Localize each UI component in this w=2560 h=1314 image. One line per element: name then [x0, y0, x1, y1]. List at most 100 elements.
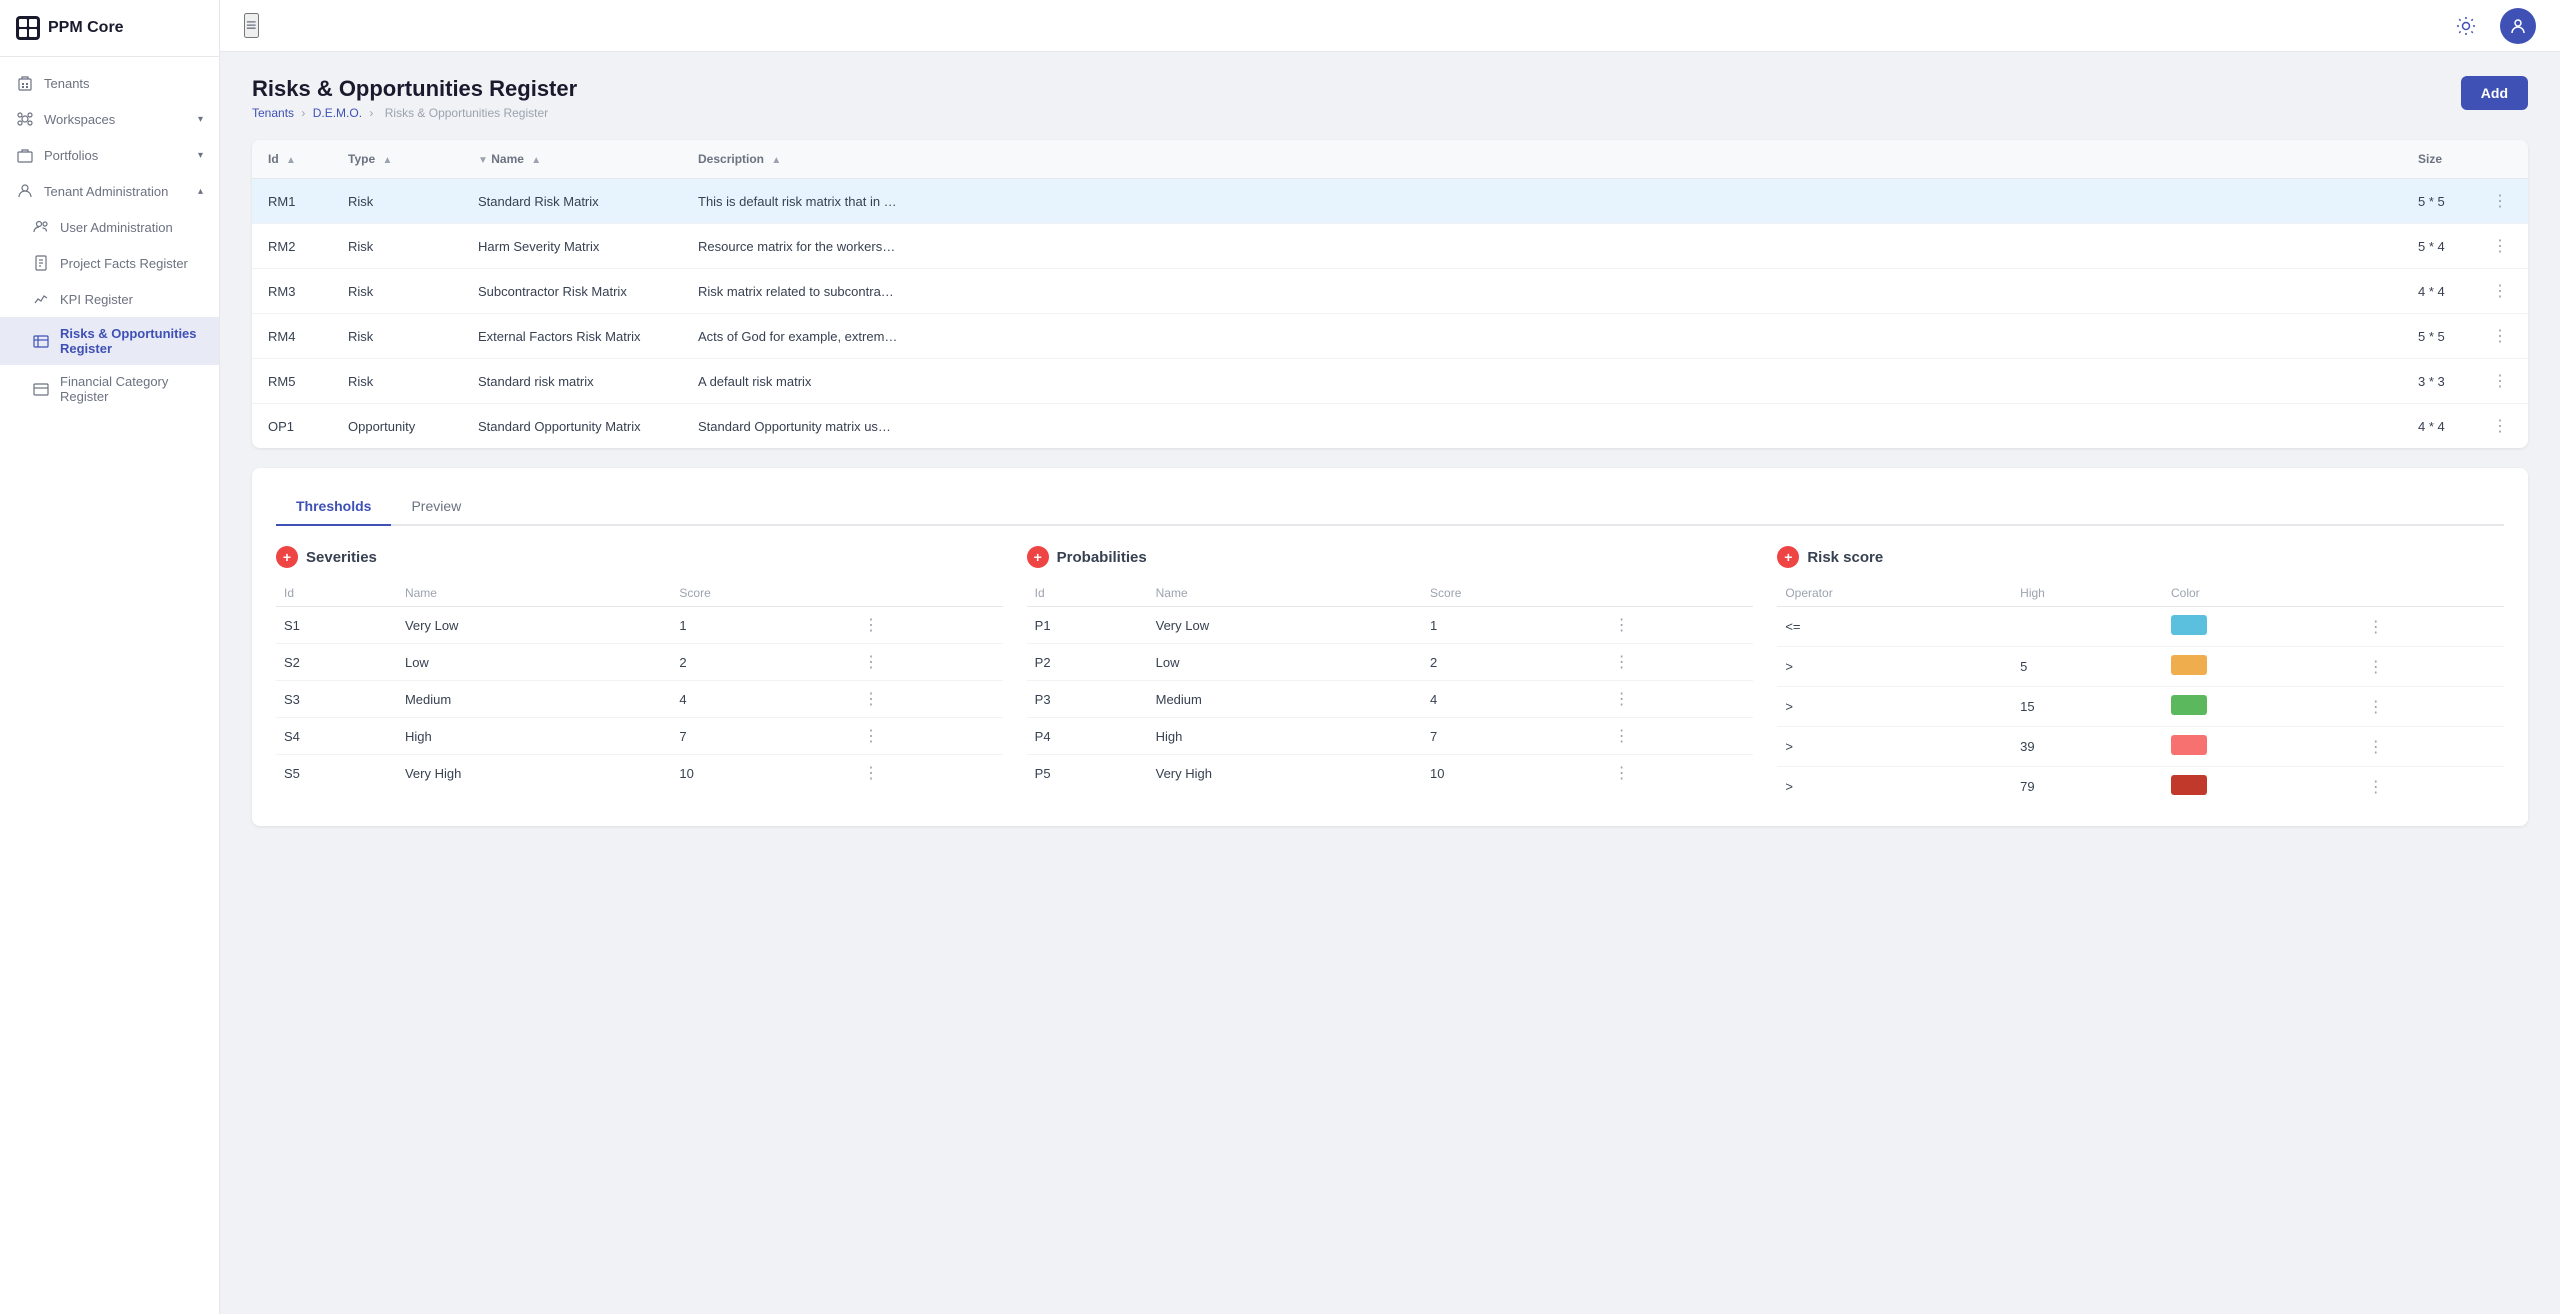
settings-button[interactable]	[2448, 8, 2484, 44]
sidebar-item-tenants[interactable]: Tenants	[0, 65, 219, 101]
sev-menu-button[interactable]: ⋮	[859, 687, 883, 712]
prob-menu-button[interactable]: ⋮	[1610, 613, 1634, 638]
prob-score: 7	[1422, 718, 1602, 755]
risk-score-header: + Risk score	[1777, 546, 2504, 568]
rs-menu-button[interactable]: ⋮	[2364, 735, 2388, 760]
row-menu-button[interactable]: ⋮	[2488, 324, 2512, 349]
prob-id: P1	[1027, 607, 1148, 644]
prob-menu-button[interactable]: ⋮	[1610, 724, 1634, 749]
thresholds-card: Thresholds Preview + Severities	[252, 468, 2528, 826]
color-swatch	[2171, 695, 2207, 715]
prob-score: 4	[1422, 681, 1602, 718]
sidebar-item-tenant-admin[interactable]: Tenant Administration ▴	[0, 173, 219, 209]
riskscore-row: > 79 ⋮	[1777, 767, 2504, 807]
sidebar-item-financial[interactable]: Financial Category Register	[0, 365, 219, 413]
table-row[interactable]: RM4 Risk External Factors Risk Matrix Ac…	[252, 314, 2528, 359]
rs-menu-button[interactable]: ⋮	[2364, 775, 2388, 800]
prob-id: P5	[1027, 755, 1148, 792]
breadcrumb: Tenants › D.E.M.O. › Risks & Opportuniti…	[252, 106, 577, 120]
user-avatar[interactable]	[2500, 8, 2536, 44]
sev-score: 10	[671, 755, 851, 792]
row-menu-button[interactable]: ⋮	[2488, 279, 2512, 304]
probabilities-title: Probabilities	[1057, 549, 1147, 566]
row-menu-button[interactable]: ⋮	[2488, 369, 2512, 394]
sev-menu-button[interactable]: ⋮	[859, 613, 883, 638]
col-header-name: ▼ Name ▲	[462, 140, 682, 179]
main-content: Risks & Opportunities Register Tenants ›…	[220, 52, 2560, 1314]
rs-menu-button[interactable]: ⋮	[2364, 695, 2388, 720]
sev-menu-button[interactable]: ⋮	[859, 724, 883, 749]
prob-col-action	[1602, 580, 1754, 607]
table-header: Id ▲ Type ▲ ▼ Name ▲ Description ▲ Size	[252, 140, 2528, 179]
table-row[interactable]: RM2 Risk Harm Severity Matrix Resource m…	[252, 224, 2528, 269]
filter-icon-name: ▼	[478, 155, 488, 166]
rs-menu-button[interactable]: ⋮	[2364, 615, 2388, 640]
sev-action: ⋮	[851, 681, 1003, 718]
table-row[interactable]: RM5 Risk Standard risk matrix A default …	[252, 359, 2528, 404]
severities-add-button[interactable]: +	[276, 546, 298, 568]
sev-menu-button[interactable]: ⋮	[859, 761, 883, 786]
tab-thresholds[interactable]: Thresholds	[276, 488, 391, 526]
sidebar-item-project-facts[interactable]: Project Facts Register	[0, 245, 219, 281]
cell-id: OP1	[252, 404, 332, 449]
tab-preview[interactable]: Preview	[391, 488, 481, 526]
sev-score: 1	[671, 607, 851, 644]
prob-name: Low	[1148, 644, 1422, 681]
cell-size: 3 * 3	[2402, 359, 2472, 404]
sev-id: S4	[276, 718, 397, 755]
severity-row: S4 High 7 ⋮	[276, 718, 1003, 755]
cell-action: ⋮	[2472, 404, 2528, 449]
breadcrumb-sep2: ›	[369, 106, 373, 120]
rs-operator: >	[1777, 727, 2012, 767]
color-swatch	[2171, 735, 2207, 755]
add-button[interactable]: Add	[2461, 76, 2528, 110]
table-row[interactable]: OP1 Opportunity Standard Opportunity Mat…	[252, 404, 2528, 449]
users-icon	[32, 218, 50, 236]
table-row[interactable]: RM3 Risk Subcontractor Risk Matrix Risk …	[252, 269, 2528, 314]
sev-menu-button[interactable]: ⋮	[859, 650, 883, 675]
probabilities-add-button[interactable]: +	[1027, 546, 1049, 568]
row-menu-button[interactable]: ⋮	[2488, 189, 2512, 214]
severities-title: Severities	[306, 549, 377, 566]
table-row[interactable]: RM1 Risk Standard Risk Matrix This is de…	[252, 179, 2528, 224]
sev-name: High	[397, 718, 671, 755]
cell-id: RM3	[252, 269, 332, 314]
page-header-left: Risks & Opportunities Register Tenants ›…	[252, 76, 577, 120]
cell-action: ⋮	[2472, 179, 2528, 224]
sidebar-item-workspaces[interactable]: Workspaces ▾	[0, 101, 219, 137]
risk-score-add-button[interactable]: +	[1777, 546, 1799, 568]
main-area: ≡ Risks & Opportunities Register	[220, 0, 2560, 1314]
prob-menu-button[interactable]: ⋮	[1610, 761, 1634, 786]
row-menu-button[interactable]: ⋮	[2488, 234, 2512, 259]
cell-size: 5 * 5	[2402, 179, 2472, 224]
sort-icon-id: ▲	[286, 155, 296, 166]
register-table-card: Id ▲ Type ▲ ▼ Name ▲ Description ▲ Size …	[252, 140, 2528, 448]
sev-action: ⋮	[851, 718, 1003, 755]
prob-menu-button[interactable]: ⋮	[1610, 650, 1634, 675]
prob-action: ⋮	[1602, 681, 1754, 718]
rs-operator: >	[1777, 687, 2012, 727]
prob-col-id: Id	[1027, 580, 1148, 607]
rs-action: ⋮	[2356, 767, 2504, 807]
rs-operator: >	[1777, 647, 2012, 687]
sidebar-item-portfolios[interactable]: Portfolios ▾	[0, 137, 219, 173]
breadcrumb-tenants[interactable]: Tenants	[252, 106, 294, 120]
col-header-action	[2472, 140, 2528, 179]
sev-score: 4	[671, 681, 851, 718]
cell-action: ⋮	[2472, 314, 2528, 359]
risks-register-label: Risks & Opportunities Register	[60, 326, 203, 356]
financial-label: Financial Category Register	[60, 374, 203, 404]
sidebar-item-user-admin[interactable]: User Administration	[0, 209, 219, 245]
sidebar-item-kpi[interactable]: KPI Register	[0, 281, 219, 317]
hamburger-button[interactable]: ≡	[244, 13, 259, 38]
sidebar-item-risks-register[interactable]: Risks & Opportunities Register	[0, 317, 219, 365]
financial-icon	[32, 380, 50, 398]
cell-name: External Factors Risk Matrix	[462, 314, 682, 359]
portfolios-label: Portfolios	[44, 148, 188, 163]
cell-name: Standard Risk Matrix	[462, 179, 682, 224]
row-menu-button[interactable]: ⋮	[2488, 414, 2512, 439]
sort-icon-type: ▲	[382, 155, 392, 166]
breadcrumb-demo[interactable]: D.E.M.O.	[313, 106, 362, 120]
prob-menu-button[interactable]: ⋮	[1610, 687, 1634, 712]
rs-menu-button[interactable]: ⋮	[2364, 655, 2388, 680]
